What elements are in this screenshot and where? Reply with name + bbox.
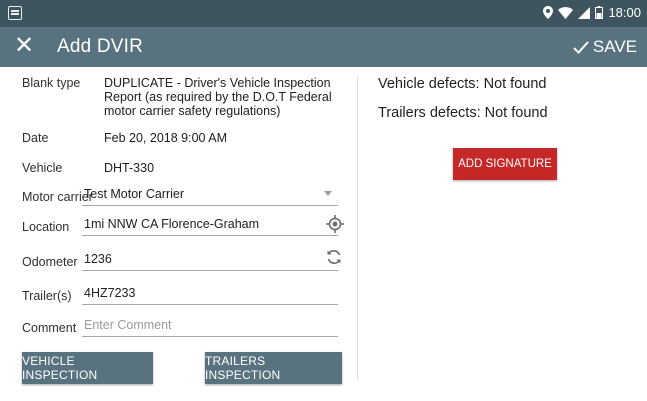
trailers-field[interactable]: 4HZ7233 <box>82 284 338 305</box>
odometer-label: Odometer <box>22 255 78 269</box>
wifi-icon <box>558 6 574 19</box>
date-label: Date <box>22 131 49 145</box>
column-divider <box>357 78 358 380</box>
status-bar: 18:00 <box>0 0 647 27</box>
dvir-form: Blank type DUPLICATE - Driver's Vehicle … <box>0 67 350 401</box>
comment-placeholder: Enter Comment <box>84 318 172 332</box>
odometer-field[interactable]: 1236 <box>82 250 338 271</box>
comment-label: Comment <box>22 321 77 335</box>
location-label: Location <box>22 220 70 234</box>
vehicle-value: DHT-330 <box>104 161 155 175</box>
gps-location-icon[interactable] <box>325 214 345 234</box>
date-value: Feb 20, 2018 9:00 AM <box>104 131 228 145</box>
vehicle-label: Vehicle <box>22 161 63 175</box>
refresh-icon[interactable] <box>324 247 344 267</box>
trailers-defects-text: Trailers defects: Not found <box>378 105 548 121</box>
comment-field[interactable]: Enter Comment <box>82 316 338 337</box>
motor-carrier-value: Test Motor Carrier <box>84 187 185 201</box>
save-button[interactable]: SAVE <box>573 37 637 57</box>
trailers-value: 4HZ7233 <box>84 286 136 300</box>
add-signature-button[interactable]: ADD SIGNATURE <box>453 148 557 180</box>
battery-icon <box>595 6 604 19</box>
trailers-inspection-button[interactable]: TRAILERS INSPECTION <box>205 352 342 384</box>
odometer-value: 1236 <box>84 252 112 266</box>
blank-type-label: Blank type <box>22 76 81 90</box>
page-title: Add DVIR <box>57 36 144 57</box>
notification-icon <box>8 6 22 20</box>
motor-carrier-select[interactable]: Test Motor Carrier <box>82 185 338 206</box>
location-field[interactable]: 1mi NNW CA Florence-Graham <box>82 215 338 236</box>
vehicle-defects-text: Vehicle defects: Not found <box>378 76 547 92</box>
app-toolbar: ✕ Add DVIR SAVE <box>0 27 647 67</box>
status-icons: 18:00 <box>543 5 641 20</box>
vehicle-inspection-button[interactable]: VEHICLE INSPECTION <box>22 352 153 384</box>
clock: 18:00 <box>608 5 641 20</box>
trailers-label: Trailer(s) <box>22 289 72 303</box>
blank-type-value: DUPLICATE - Driver's Vehicle Inspection … <box>104 76 332 118</box>
chevron-down-icon <box>324 191 332 196</box>
close-icon[interactable]: ✕ <box>14 34 34 58</box>
location-value: 1mi NNW CA Florence-Graham <box>84 217 260 231</box>
location-icon <box>543 6 554 19</box>
signal-icon <box>578 6 591 19</box>
save-label: SAVE <box>592 37 637 56</box>
check-icon <box>573 40 589 54</box>
